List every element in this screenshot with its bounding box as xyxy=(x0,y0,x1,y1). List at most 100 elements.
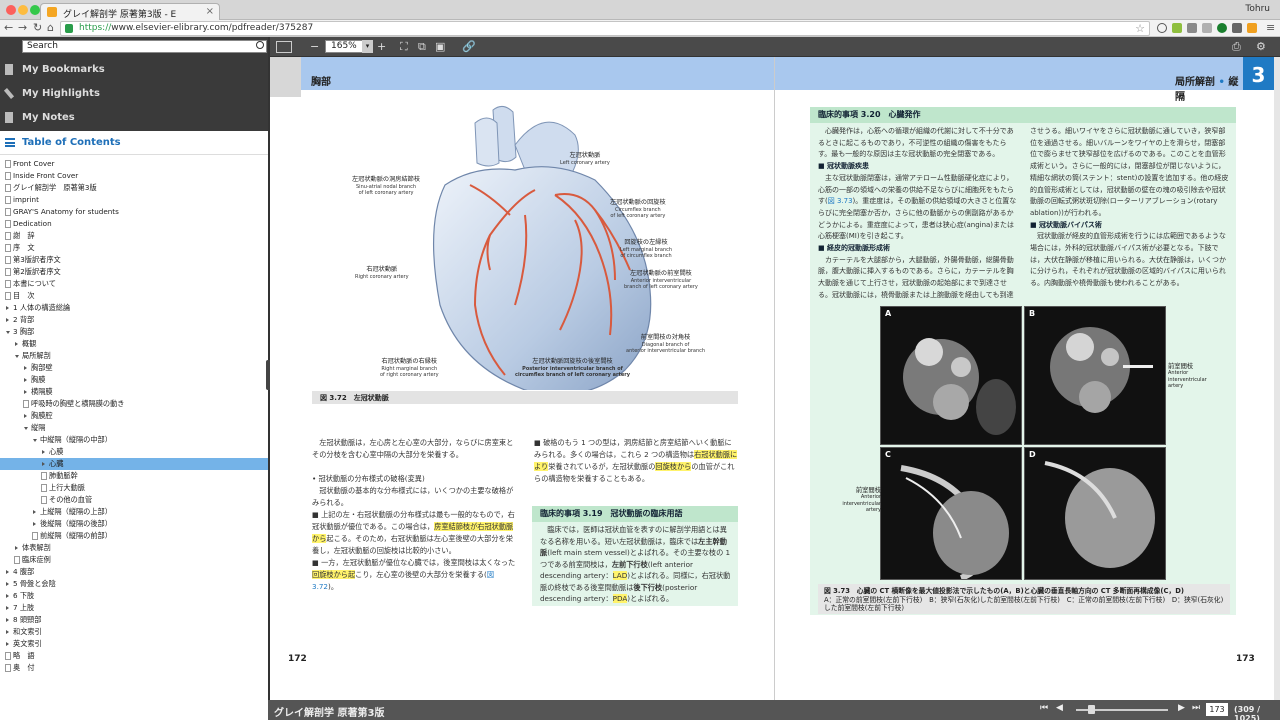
toc-item[interactable]: 胸部壁 xyxy=(0,362,268,374)
toc-item[interactable]: 臨床症例 xyxy=(0,554,268,566)
toc-item[interactable]: 和文索引 xyxy=(0,626,268,638)
toc-item[interactable]: 3 胸部 xyxy=(0,326,268,338)
toc-item[interactable]: 前縦隔（縦隔の前部） xyxy=(0,530,268,542)
profile-name[interactable]: Tohru xyxy=(1245,4,1270,14)
collapsed-arrow-icon[interactable] xyxy=(33,510,36,514)
link-icon[interactable]: 🔗 xyxy=(462,40,476,53)
page-slider-thumb[interactable] xyxy=(1088,705,1095,714)
collapsed-arrow-icon[interactable] xyxy=(42,450,45,454)
reload-icon[interactable]: ↻ xyxy=(33,21,42,34)
toc-item[interactable]: 目 次 xyxy=(0,290,268,302)
collapsed-arrow-icon[interactable] xyxy=(6,630,9,634)
back-icon[interactable]: ← xyxy=(4,21,13,34)
collapsed-arrow-icon[interactable] xyxy=(15,546,18,550)
expanded-arrow-icon[interactable] xyxy=(6,331,10,334)
toc-item[interactable]: Dedication xyxy=(0,218,268,230)
toc-item[interactable]: GRAY'S Anatomy for students xyxy=(0,206,268,218)
collapsed-arrow-icon[interactable] xyxy=(6,594,9,598)
toc-item[interactable]: その他の血管 xyxy=(0,494,268,506)
extension-icon[interactable] xyxy=(1187,23,1197,33)
collapsed-arrow-icon[interactable] xyxy=(24,378,27,382)
close-tab-icon[interactable]: × xyxy=(206,6,214,17)
toc-item[interactable]: 6 下肢 xyxy=(0,590,268,602)
single-page-icon[interactable]: ▣ xyxy=(435,40,445,53)
toc-item[interactable]: 胸膜 xyxy=(0,374,268,386)
browser-tab[interactable]: グレイ解剖学 原著第3版 - E × xyxy=(40,3,220,20)
toc-item[interactable]: 第2版訳者序文 xyxy=(0,266,268,278)
ct-image-c[interactable]: C xyxy=(880,447,1022,580)
extension-icon[interactable] xyxy=(1217,23,1227,33)
toc-item[interactable]: 8 頭頸部 xyxy=(0,614,268,626)
collapsed-arrow-icon[interactable] xyxy=(6,582,9,586)
collapsed-arrow-icon[interactable] xyxy=(24,414,27,418)
toc-item[interactable]: 5 骨盤と会陰 xyxy=(0,578,268,590)
expanded-arrow-icon[interactable] xyxy=(15,355,19,358)
page-number-input[interactable]: 173 xyxy=(1206,703,1228,716)
my-notes-link[interactable]: My Notes xyxy=(0,106,268,130)
collapsed-arrow-icon[interactable] xyxy=(6,306,9,310)
first-page-icon[interactable]: ⏮ xyxy=(1040,703,1048,713)
collapsed-arrow-icon[interactable] xyxy=(6,642,9,646)
toc-header[interactable]: Table of Contents xyxy=(0,131,268,155)
close-window-icon[interactable] xyxy=(6,5,16,15)
url-field[interactable]: https://www.elsevier-elibrary.com/pdfrea… xyxy=(60,21,1150,36)
collapsed-arrow-icon[interactable] xyxy=(6,618,9,622)
extension-icon[interactable] xyxy=(1202,23,1212,33)
toc-item[interactable]: 縦隔 xyxy=(0,422,268,434)
maximize-window-icon[interactable] xyxy=(30,5,40,15)
toc-item[interactable]: 中縦隔（縦隔の中部） xyxy=(0,434,268,446)
two-page-view-icon[interactable] xyxy=(276,41,292,53)
highlighted-text[interactable]: PDA xyxy=(612,594,628,603)
toc-item[interactable]: 英文索引 xyxy=(0,638,268,650)
previous-page-icon[interactable]: ◀ xyxy=(1056,703,1063,713)
last-page-icon[interactable]: ⏭ xyxy=(1192,703,1200,713)
collapsed-arrow-icon[interactable] xyxy=(42,462,45,466)
toc-item[interactable]: 概観 xyxy=(0,338,268,350)
fit-page-icon[interactable]: ⛶ xyxy=(400,40,408,54)
pdf-viewer[interactable]: 胸部 局所解剖 • 縦隔 3 左冠状動脈の洞房結節枝 Sinu-atrial n… xyxy=(270,57,1274,700)
toc-item[interactable]: 呼吸時の胸壁と横隔膜の動き xyxy=(0,398,268,410)
extension-icon[interactable] xyxy=(1232,23,1242,33)
highlighted-text[interactable]: 回旋枝から xyxy=(655,462,692,471)
toc-item[interactable]: 局所解剖 xyxy=(0,350,268,362)
fit-width-icon[interactable]: ⧉ xyxy=(418,40,426,54)
ct-image-a[interactable]: A xyxy=(880,306,1022,445)
toc-item[interactable]: 略 語 xyxy=(0,650,268,662)
toc-item[interactable]: 胸膜腔 xyxy=(0,410,268,422)
toc-item[interactable]: 2 背部 xyxy=(0,314,268,326)
toc-item[interactable]: 心膜 xyxy=(0,446,268,458)
collapsed-arrow-icon[interactable] xyxy=(6,570,9,574)
collapsed-arrow-icon[interactable] xyxy=(24,390,27,394)
toc-item[interactable]: 序 文 xyxy=(0,242,268,254)
ct-image-b[interactable]: B xyxy=(1024,306,1166,445)
expanded-arrow-icon[interactable] xyxy=(24,427,28,430)
toc-item[interactable]: 4 腹部 xyxy=(0,566,268,578)
highlighted-text[interactable]: 回旋枝から起 xyxy=(312,570,356,579)
toc-item[interactable]: imprint xyxy=(0,194,268,206)
vertical-scrollbar[interactable] xyxy=(1274,57,1280,700)
collapsed-arrow-icon[interactable] xyxy=(6,318,9,322)
collapsed-arrow-icon[interactable] xyxy=(24,366,27,370)
zoom-out-icon[interactable]: − xyxy=(310,40,319,53)
toc-item[interactable]: 肺動脈幹 xyxy=(0,470,268,482)
collapsed-arrow-icon[interactable] xyxy=(15,342,18,346)
extension-icon[interactable] xyxy=(1157,23,1167,33)
settings-gear-icon[interactable]: ⚙ xyxy=(1256,40,1266,53)
toc-item[interactable]: 体表解剖 xyxy=(0,542,268,554)
toc-item[interactable]: Front Cover xyxy=(0,158,268,170)
toc-item[interactable]: 横隔膜 xyxy=(0,386,268,398)
home-icon[interactable]: ⌂ xyxy=(47,21,54,34)
toc-item[interactable]: 本書について xyxy=(0,278,268,290)
toc-item[interactable]: 上縦隔（縦隔の上部） xyxy=(0,506,268,518)
toc-item[interactable]: グレイ解剖学 原著第3版 xyxy=(0,182,268,194)
toc-item[interactable]: 7 上肢 xyxy=(0,602,268,614)
extension-icon[interactable] xyxy=(1247,23,1257,33)
my-highlights-link[interactable]: My Highlights xyxy=(0,82,268,106)
expanded-arrow-icon[interactable] xyxy=(33,439,37,442)
toc-item[interactable]: 奥 付 xyxy=(0,662,268,674)
next-page-icon[interactable]: ▶ xyxy=(1178,703,1185,713)
search-input[interactable]: Search xyxy=(22,40,267,53)
collapsed-arrow-icon[interactable] xyxy=(33,522,36,526)
zoom-dropdown-icon[interactable]: ▾ xyxy=(362,40,373,53)
toc-item[interactable]: 1 人体の構造総論 xyxy=(0,302,268,314)
